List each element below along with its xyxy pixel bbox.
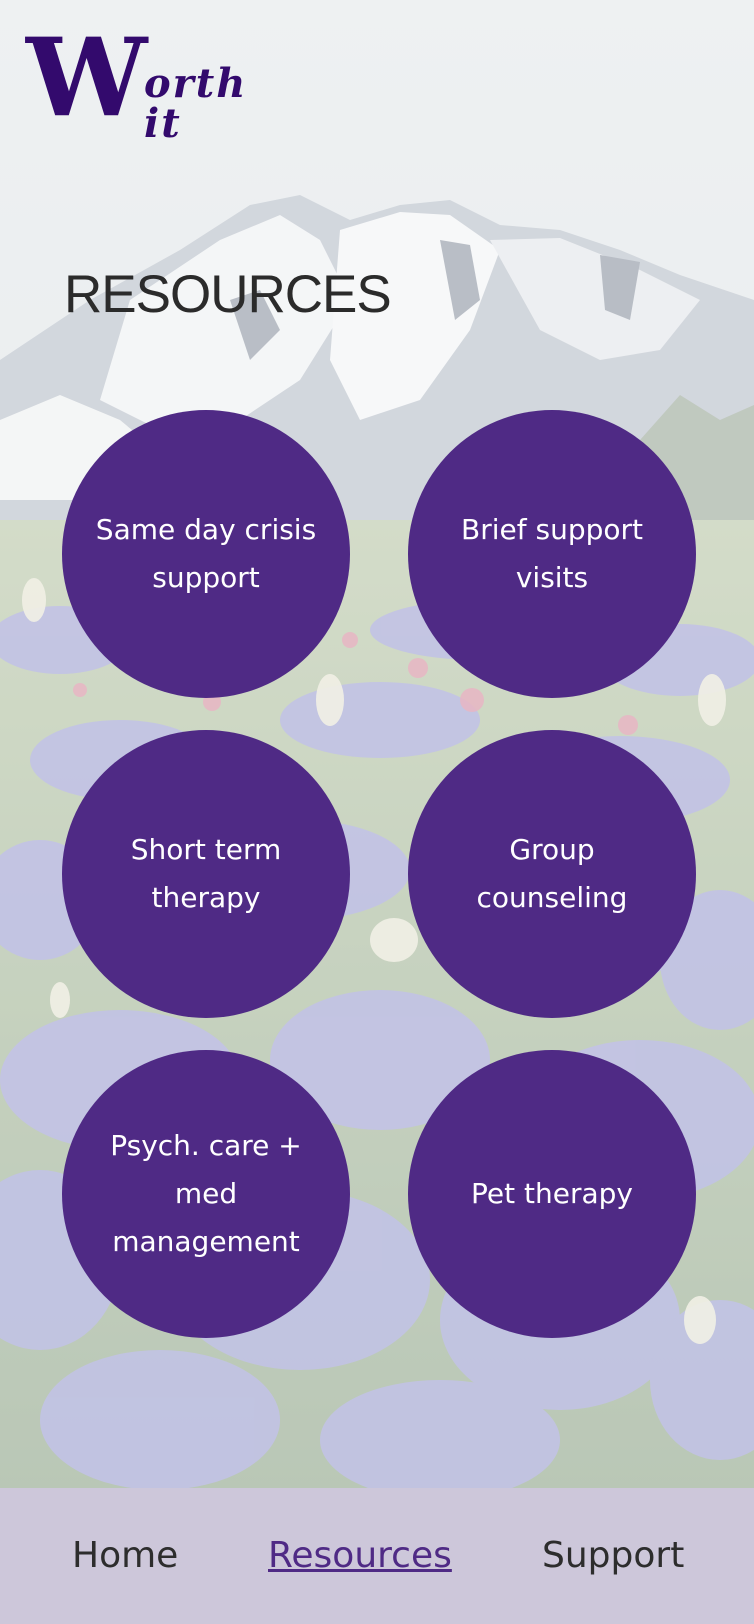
resource-same-day-crisis-support-button[interactable]: Same day crisis support bbox=[62, 410, 350, 698]
resource-group-counseling-button[interactable]: Group counseling bbox=[408, 730, 696, 1018]
resource-pet-therapy-button[interactable]: Pet therapy bbox=[408, 1050, 696, 1338]
logo-initial: W bbox=[26, 15, 147, 141]
app-screen: W orth it RESOURCES Same day crisis supp… bbox=[0, 0, 754, 1624]
nav-link-home[interactable]: Home bbox=[72, 1538, 178, 1574]
resource-label: Pet therapy bbox=[471, 1177, 633, 1210]
logo-word: orth it bbox=[144, 60, 248, 147]
resource-label: Brief support visits bbox=[461, 513, 643, 594]
resource-label: Psych. care + med management bbox=[110, 1129, 302, 1258]
resource-label: Same day crisis support bbox=[95, 513, 317, 594]
nav-link-resources[interactable]: Resources bbox=[268, 1538, 452, 1574]
bottom-nav-bar: Home Resources Support bbox=[0, 1488, 754, 1624]
resource-psych-care-med-management-button[interactable]: Psych. care + med management bbox=[62, 1050, 350, 1338]
nav-link-support[interactable]: Support bbox=[542, 1538, 684, 1574]
resource-label: Short term therapy bbox=[130, 833, 282, 914]
app-logo[interactable]: W orth it bbox=[26, 24, 286, 144]
page-title: RESOURCES bbox=[64, 265, 392, 324]
resource-label: Group counseling bbox=[476, 833, 628, 914]
resource-brief-support-visits-button[interactable]: Brief support visits bbox=[408, 410, 696, 698]
resource-short-term-therapy-button[interactable]: Short term therapy bbox=[62, 730, 350, 1018]
